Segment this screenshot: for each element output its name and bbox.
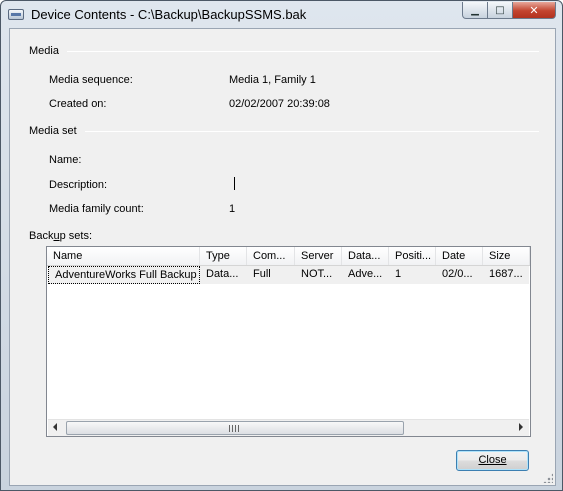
media-sequence-label: Media sequence:: [49, 74, 133, 86]
media-group-title: Media: [29, 45, 59, 57]
created-on-value: 02/02/2007 20:39:08: [229, 98, 330, 110]
device-contents-window: Device Contents - C:\Backup\BackupSSMS.b…: [0, 0, 563, 491]
created-on-label: Created on:: [49, 98, 107, 110]
column-header-server[interactable]: Server: [295, 247, 342, 265]
title-bar[interactable]: Device Contents - C:\Backup\BackupSSMS.b…: [1, 1, 562, 27]
scroll-left-arrow-icon[interactable]: [53, 423, 57, 431]
backup-sets-label-post: p sets:: [59, 230, 92, 242]
cell-database: Adve...: [348, 268, 383, 280]
horizontal-scrollbar[interactable]: [48, 419, 529, 436]
cell-server: NOT...: [301, 268, 333, 280]
table-row[interactable]: AdventureWorks Full Backup Data... Full …: [48, 266, 529, 284]
media-group-header: Media: [29, 45, 539, 57]
cell-name: AdventureWorks Full Backup: [48, 266, 200, 284]
scrollbar-grip-icon: [229, 425, 239, 432]
backup-sets-list[interactable]: Name Type Com... Server Data... Positi..…: [46, 246, 531, 437]
cell-size: 1687...: [489, 268, 523, 280]
scrollbar-thumb[interactable]: [66, 421, 404, 435]
media-set-name-label: Name:: [49, 154, 82, 166]
resize-grip-icon[interactable]: [543, 473, 553, 483]
dialog-client-area: Media Media sequence: Media 1, Family 1 …: [9, 28, 556, 486]
backup-sets-label: Backup sets:: [29, 230, 92, 242]
media-set-group-title: Media set: [29, 125, 77, 137]
window-app-icon: [8, 9, 24, 20]
cell-component: Full: [253, 268, 271, 280]
column-header-database[interactable]: Data...: [342, 247, 389, 265]
scroll-right-arrow-icon[interactable]: [519, 423, 523, 431]
column-header-size[interactable]: Size: [483, 247, 530, 265]
column-header-name[interactable]: Name: [47, 247, 200, 265]
backup-sets-label-pre: Back: [29, 230, 54, 242]
close-window-button[interactable]: ✕: [513, 2, 556, 19]
close-button[interactable]: Close: [456, 450, 529, 471]
minimize-button[interactable]: ▁: [462, 2, 488, 19]
column-header-position[interactable]: Positi...: [389, 247, 436, 265]
media-set-group-divider: [84, 130, 539, 132]
caption-buttons: ▁ □ ✕: [462, 2, 556, 19]
maximize-button[interactable]: □: [488, 2, 513, 19]
media-family-count-value: 1: [229, 203, 236, 215]
media-group-divider: [66, 50, 539, 52]
media-set-description-label: Description:: [49, 179, 108, 191]
column-header-component[interactable]: Com...: [247, 247, 295, 265]
cell-type: Data...: [206, 268, 239, 280]
media-sequence-value: Media 1, Family 1: [229, 74, 316, 86]
window-title: Device Contents - C:\Backup\BackupSSMS.b…: [31, 7, 307, 22]
media-family-count-label: Media family count:: [49, 203, 144, 215]
column-header-date[interactable]: Date: [436, 247, 483, 265]
backup-sets-column-header: Name Type Com... Server Data... Positi..…: [47, 247, 530, 266]
text-caret: [234, 177, 235, 190]
cell-position: 1: [395, 268, 402, 280]
cell-date: 02/0...: [442, 268, 473, 280]
media-set-group-header: Media set: [29, 125, 539, 137]
column-header-type[interactable]: Type: [200, 247, 247, 265]
